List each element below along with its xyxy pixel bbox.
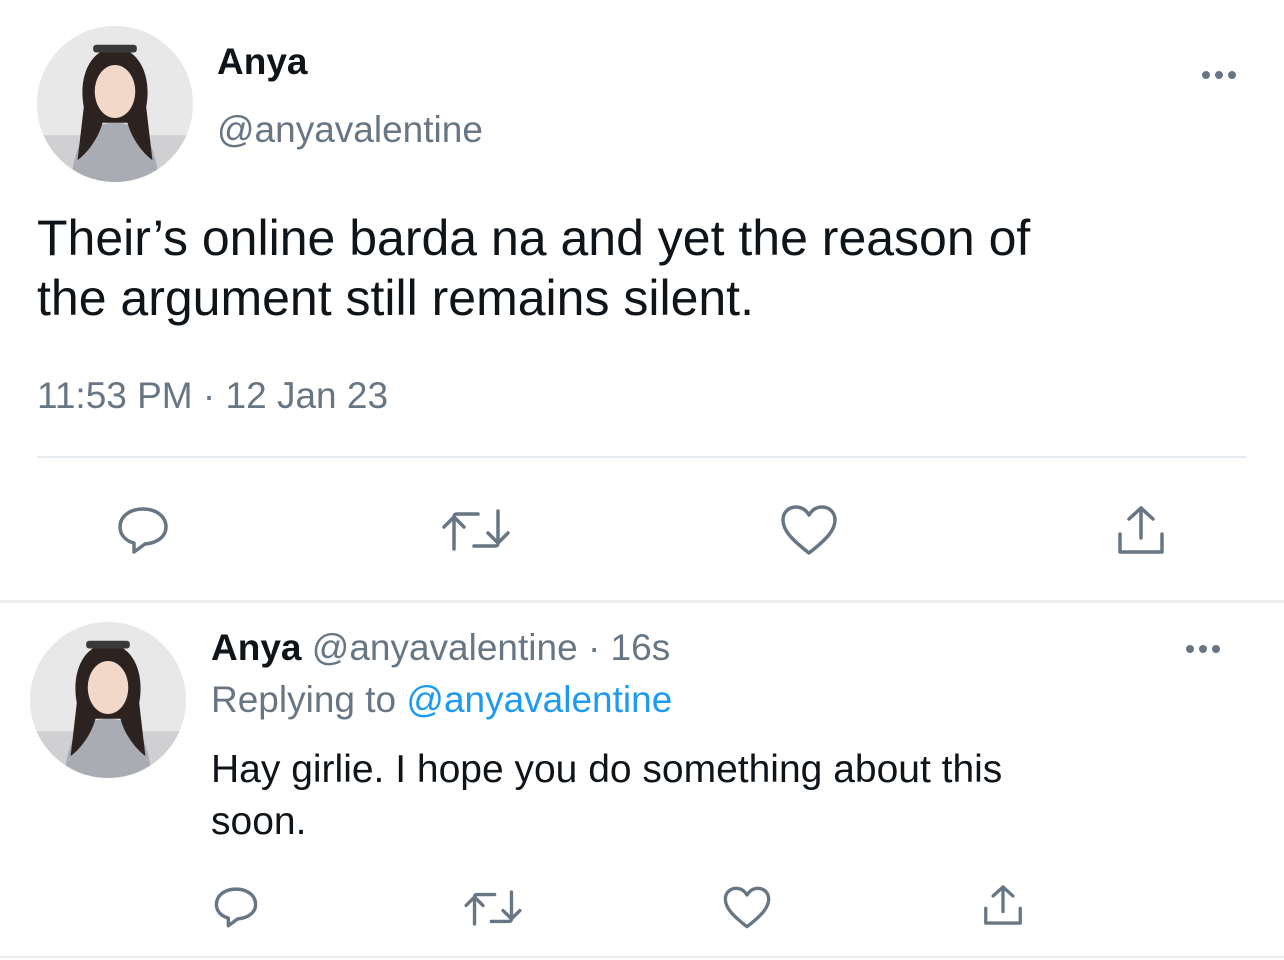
reply-tweet-share-icon[interactable] [979, 882, 1027, 928]
like-icon[interactable] [779, 503, 839, 557]
reply-icon[interactable] [115, 503, 171, 557]
reply-tweet-text: Hay girlie. I hope you do something abou… [211, 744, 1002, 848]
reply-tweet-handle-time[interactable]: @anyavalentine · 16s [312, 627, 670, 668]
reply-more-options-icon[interactable] [1182, 634, 1226, 664]
main-tweet-display-name[interactable]: Anya [217, 40, 307, 84]
reply-tweet-reply-icon[interactable] [212, 884, 260, 930]
reply-tweet-text-line-2: soon. [211, 800, 307, 843]
reply-tweet-header: Anya @anyavalentine · 16s [211, 626, 670, 670]
reply-tweet-retweet-icon[interactable] [461, 887, 525, 929]
bottom-divider [0, 956, 1284, 958]
main-tweet-timestamp[interactable]: 11:53 PM · 12 Jan 23 [37, 374, 388, 418]
main-tweet-divider [37, 456, 1247, 458]
main-tweet-handle[interactable]: @anyavalentine [217, 108, 483, 152]
main-tweet-text: Their’s online barda na and yet the reas… [37, 208, 1030, 328]
reply-tweet-text-line-1: Hay girlie. I hope you do something abou… [211, 748, 1003, 791]
main-tweet-text-line-1: Their’s online barda na and yet the reas… [37, 210, 1031, 266]
retweet-icon[interactable] [438, 505, 514, 555]
main-tweet-text-line-2: the argument still remains silent. [37, 270, 754, 326]
replying-to-handle-link[interactable]: @anyavalentine [406, 679, 672, 720]
main-tweet-avatar[interactable] [37, 26, 193, 182]
more-options-icon[interactable] [1198, 60, 1242, 90]
reply-tweet-display-name[interactable]: Anya [211, 627, 301, 668]
thread-separator [0, 600, 1284, 603]
replying-to-line: Replying to @anyavalentine [211, 678, 672, 722]
reply-tweet-like-icon[interactable] [722, 885, 772, 930]
reply-tweet-avatar[interactable] [30, 622, 186, 778]
replying-to-label: Replying to [211, 679, 397, 720]
share-icon[interactable] [1112, 502, 1170, 558]
